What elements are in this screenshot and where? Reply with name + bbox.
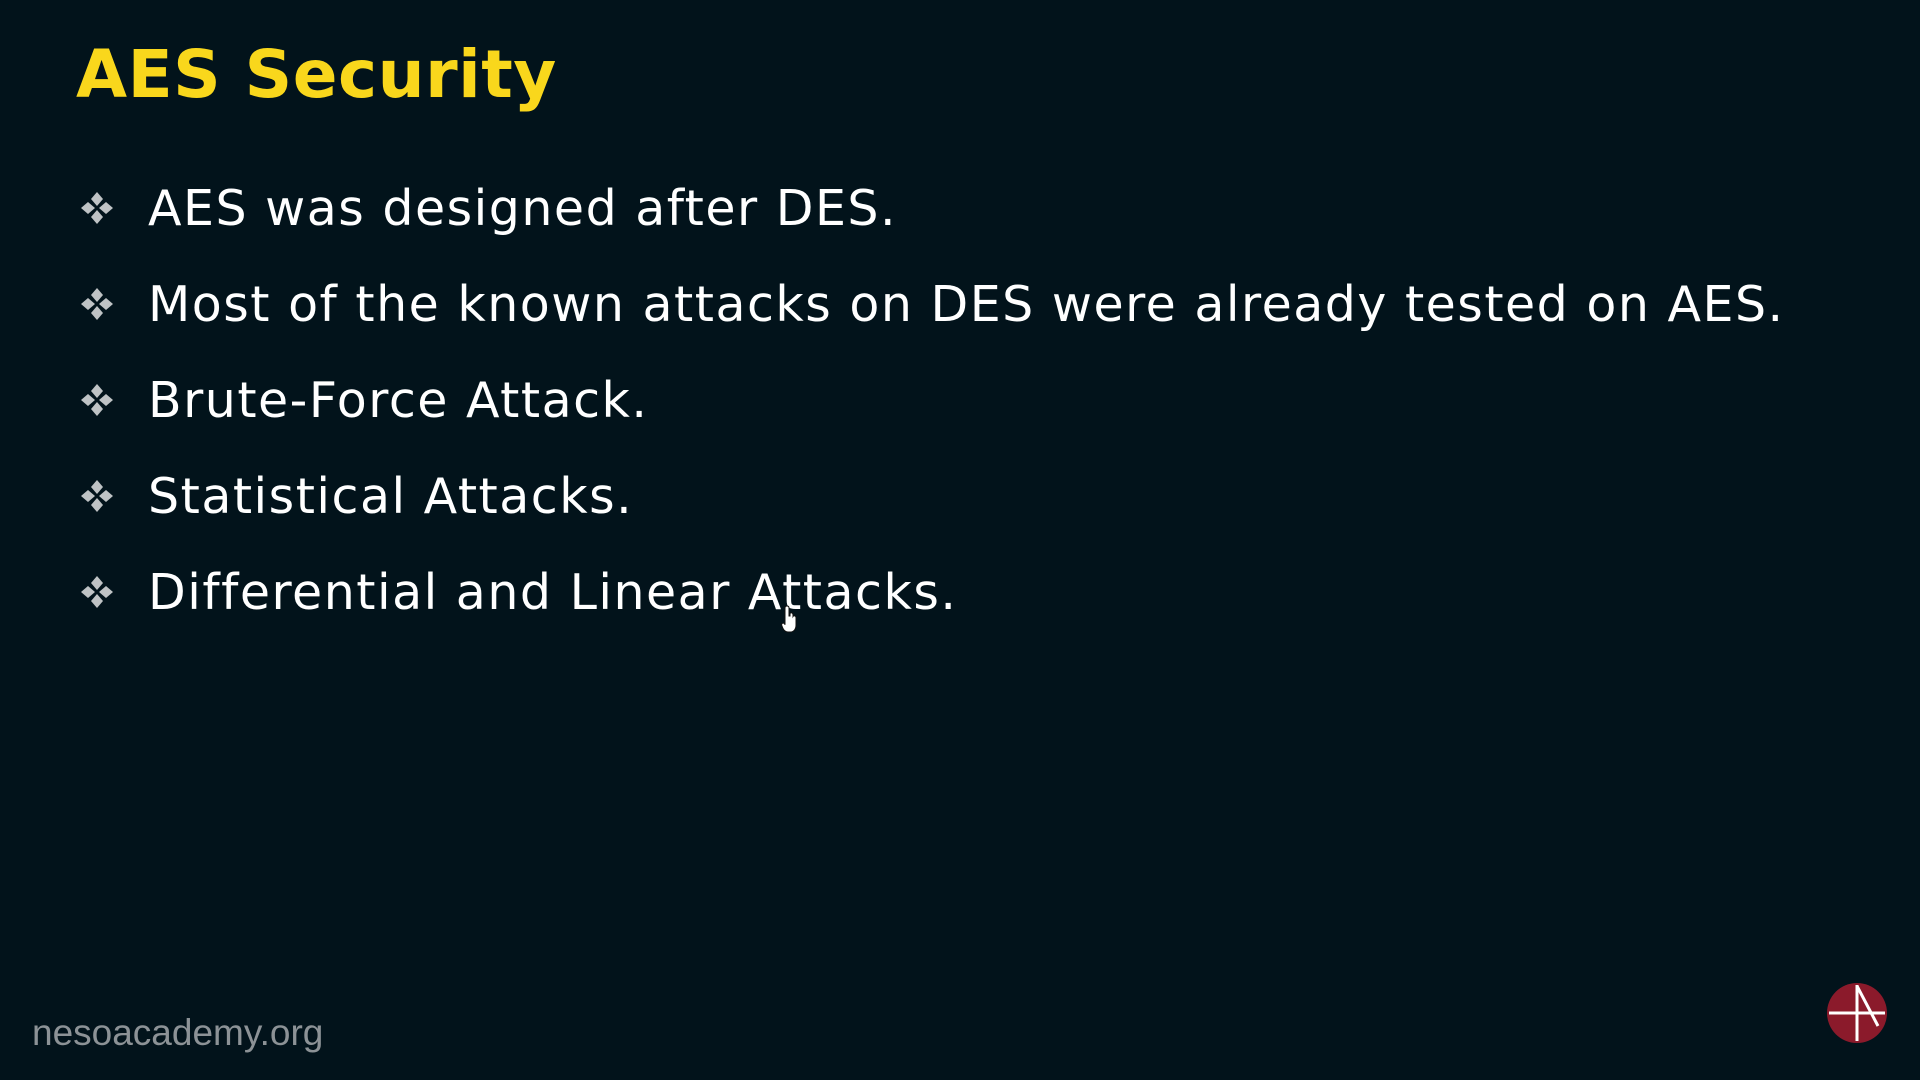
bullet-text: AES was designed after DES. xyxy=(148,179,898,237)
list-item: Differential and Linear Attacks. xyxy=(78,544,1785,640)
bullet-text: Statistical Attacks. xyxy=(148,467,634,525)
list-item: Most of the known attacks on DES were al… xyxy=(78,256,1785,352)
four-diamond-icon xyxy=(78,573,116,611)
slide: AES Security AES was designed after DES. xyxy=(0,0,1920,1080)
four-diamond-icon xyxy=(78,189,116,227)
bullet-text: Brute-Force Attack. xyxy=(148,371,649,429)
four-diamond-icon xyxy=(78,285,116,323)
bullet-text: Most of the known attacks on DES were al… xyxy=(148,275,1785,333)
hand-pointer-icon xyxy=(781,605,799,633)
four-diamond-icon xyxy=(78,381,116,419)
slide-title: AES Security xyxy=(76,36,557,113)
footer-website: nesoacademy.org xyxy=(32,1012,324,1053)
list-item: Statistical Attacks. xyxy=(78,448,1785,544)
list-item: Brute-Force Attack. xyxy=(78,352,1785,448)
bullet-list: AES was designed after DES. Most of the … xyxy=(78,160,1785,640)
neso-academy-logo xyxy=(1826,982,1888,1044)
four-diamond-icon xyxy=(78,477,116,515)
bullet-text: Differential and Linear Attacks. xyxy=(148,563,958,621)
list-item: AES was designed after DES. xyxy=(78,160,1785,256)
